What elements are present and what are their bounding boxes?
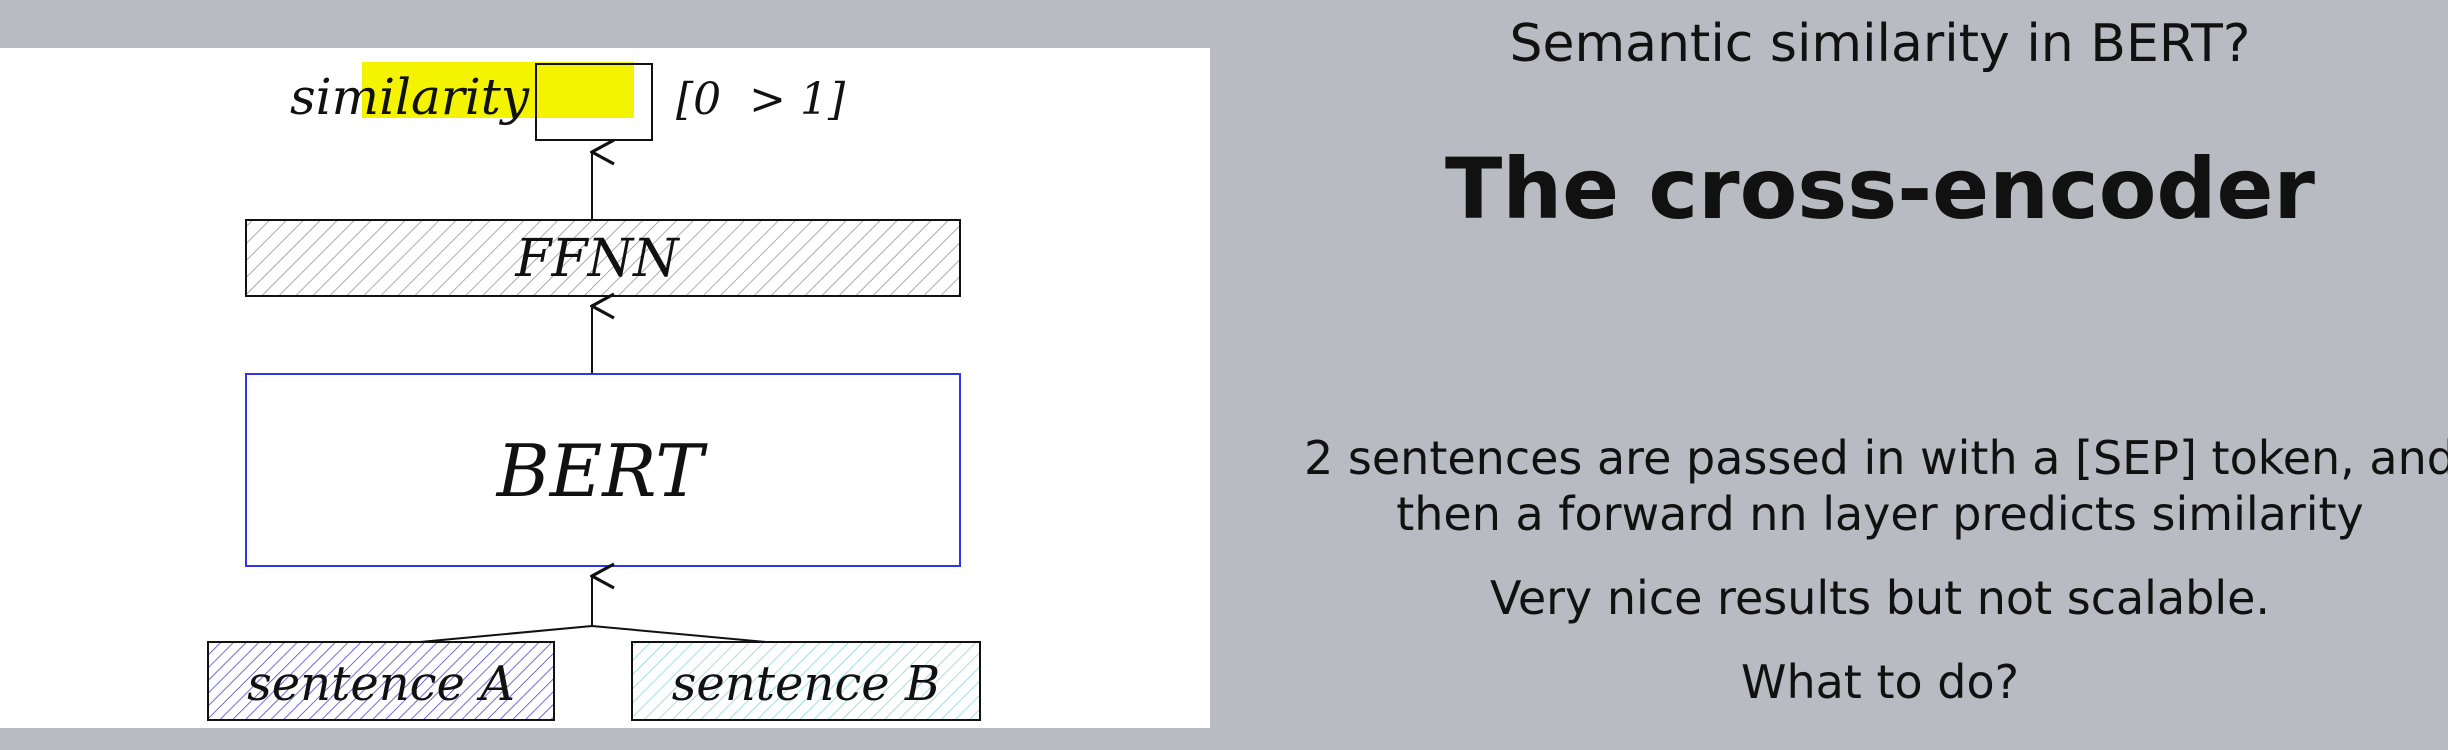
sentence-b-label: sentence B <box>672 656 940 712</box>
sentence-a-label: sentence A <box>247 656 515 712</box>
range-label: [0 > 1] <box>676 74 846 125</box>
slide-title: The cross-encoder <box>1445 140 2315 238</box>
diagram-panel: similarity [0 > 1] FFNN BERT sentence A … <box>0 48 1210 728</box>
slide-subtitle: Semantic similarity in BERT? <box>1509 14 2251 74</box>
results-note: Very nice results but not scalable. <box>1489 571 2271 625</box>
similarity-label: similarity <box>290 68 530 126</box>
description-line-1: 2 sentences are passed in with a [SEP] t… <box>1304 431 2448 485</box>
ffnn-label: FFNN <box>514 229 680 289</box>
description-paragraph: 2 sentences are passed in with a [SEP] t… <box>1280 430 2448 542</box>
description-line-2: then a forward nn layer predicts similar… <box>1396 487 2364 541</box>
text-panel: Semantic similarity in BERT? The cross-e… <box>1280 0 2448 750</box>
input-join-lines <box>419 624 767 643</box>
cross-encoder-diagram: similarity [0 > 1] FFNN BERT sentence A … <box>207 62 981 721</box>
question-text: What to do? <box>1740 655 2020 709</box>
bert-label: BERT <box>495 429 708 513</box>
